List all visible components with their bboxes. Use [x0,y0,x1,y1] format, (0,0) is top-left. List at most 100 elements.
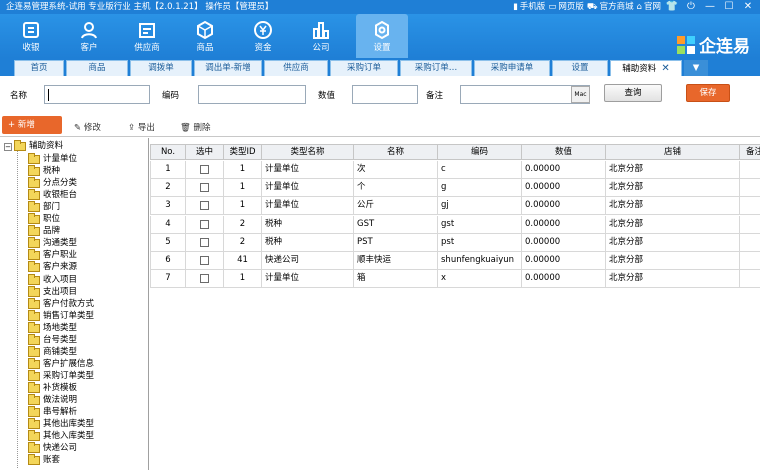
web-link[interactable]: ▭ 网页版 [548,0,584,14]
header-col-code[interactable]: 编码 [438,144,522,160]
cell-col-selected[interactable] [186,270,224,289]
folder-icon [28,225,40,237]
value-input[interactable] [352,85,418,104]
tree-item[interactable]: 计量单位 [28,153,77,165]
cell-col-type-name: 税种 [262,233,354,252]
tree-item[interactable]: 采购订单类型 [28,369,94,382]
row-checkbox[interactable] [200,256,209,265]
tree-item[interactable]: 支出项目 [28,285,77,298]
module-cashier[interactable]: 收银 [8,14,54,58]
name-input[interactable] [44,85,150,104]
tab-close-icon[interactable]: ✕ [661,63,669,74]
close-button[interactable]: ✕ [740,0,756,14]
header-col-store[interactable]: 店铺 [606,144,740,160]
tab-auxiliary-data[interactable]: 辅助资料 ✕ [610,60,682,76]
save-button[interactable]: 保存 [686,84,730,102]
cell-col-selected[interactable] [186,233,224,252]
tree-item[interactable]: 其他出库类型 [28,418,94,430]
tab-purchase-request[interactable]: 采购申请单 [474,60,550,76]
export-button[interactable]: ⇪ 导出 [128,121,155,133]
edit-button[interactable]: ✎ 修改 [74,121,101,133]
mobile-link[interactable]: ▮ 手机版 [513,0,545,14]
delete-button[interactable]: 🗑 删除 [180,121,211,133]
tree-item[interactable]: 做法说明 [28,394,77,406]
table-row[interactable]: 5 2 税种 PST pst 0.00000 北京分部 [150,233,760,252]
query-button[interactable]: 查询 [604,84,662,102]
header-col-note[interactable]: 备注 [740,144,760,160]
tab-dropdown-icon[interactable]: ▼ [684,60,708,76]
tab-home[interactable]: 首页 [14,60,64,76]
table-row[interactable]: 7 1 计量单位箱 x 0.00000 北京分部 [150,270,760,289]
tree-item[interactable]: 收入项目 [28,273,77,286]
tree-item[interactable]: 沟通类型 [28,237,77,249]
module-customer[interactable]: 客户 [66,14,112,58]
module-supplier[interactable]: 供应商 [124,14,170,58]
cell-col-selected[interactable] [186,197,224,216]
code-input[interactable] [198,85,306,104]
tab-transfer[interactable]: 调拨单 [130,60,192,76]
tab-transfer-out-new[interactable]: 调出单-新增 [194,60,262,76]
row-checkbox[interactable] [200,183,209,193]
tree-item[interactable]: 客户来源 [28,261,77,273]
cell-col-selected[interactable] [186,179,224,198]
row-checkbox[interactable] [200,237,209,247]
product-icon [197,20,213,40]
cell-col-selected[interactable] [186,161,224,179]
mac-button[interactable]: Mac [571,86,590,103]
tree-item[interactable]: 销售订单类型 [28,309,94,322]
header-col-name[interactable]: 名称 [354,144,438,160]
header-col-selected[interactable]: 选中 [186,144,224,160]
tree-item[interactable]: 串号解析 [28,406,77,418]
tree-item[interactable]: 商铺类型 [28,345,77,358]
minimize-button[interactable]: — [702,0,718,14]
row-checkbox[interactable] [200,165,209,174]
tree-item[interactable]: 品牌 [28,225,60,237]
module-settings[interactable]: 设置 [356,14,408,58]
maximize-button[interactable]: ☐ [721,0,737,14]
row-checkbox[interactable] [200,219,209,229]
tree-item[interactable]: 快递公司 [28,442,77,454]
tree-item[interactable]: 职位 [28,213,60,225]
table-row[interactable]: 4 2 税种 GST gst 0.00000 北京分部 [150,215,760,234]
header-col-type-name[interactable]: 类型名称 [262,144,354,160]
tree-item[interactable]: 台号类型 [28,333,77,346]
cell-col-store: 北京分部 [606,179,740,198]
tab-settings[interactable]: 设置 [552,60,608,76]
module-product[interactable]: 商品 [182,14,228,58]
tree-item[interactable]: 分点分类 [28,177,77,189]
module-company[interactable]: 公司 [298,14,344,58]
tree-item[interactable]: 部门 [28,201,60,213]
header-col-value[interactable]: 数值 [522,144,606,160]
power-icon[interactable]: ⏻ [683,0,699,14]
table-row[interactable]: 2 1 计量单位个 g 0.00000 北京分部 [150,179,760,198]
module-money[interactable]: 资金 [240,14,286,58]
new-button[interactable]: + 新增 [2,116,62,134]
header-col-type-id[interactable]: 类型ID [224,144,262,160]
table-row[interactable]: 1 1 计量单位次 c 0.00000 北京分部 [150,161,760,179]
tree-root[interactable]: − 辅助资料 [4,140,63,152]
tree-item[interactable]: 客户职业 [28,249,77,261]
row-checkbox[interactable] [200,274,209,284]
shirt-icon[interactable]: 👕 [664,0,680,14]
tree-item[interactable]: 补货模板 [28,381,77,394]
cell-col-selected[interactable] [186,252,224,270]
tree-item[interactable]: 客户付款方式 [28,297,94,310]
tree-item[interactable]: 账套 [28,454,60,466]
tab-purchase-order-2[interactable]: 采购订单… [400,60,472,76]
tree-item[interactable]: 收银柜台 [28,189,77,201]
official-site-link[interactable]: ⌂ 官网 [637,0,661,14]
tree-item[interactable]: 税种 [28,165,60,177]
cell-col-selected[interactable] [186,215,224,234]
tab-purchase-order[interactable]: 采购订单 [330,60,398,76]
tab-supplier[interactable]: 供应商 [264,60,328,76]
tab-product[interactable]: 商品 [66,60,128,76]
table-row[interactable]: 3 1 计量单位 公斤 gj 0.00000 北京分部 [150,197,760,216]
collapse-icon[interactable]: − [4,142,12,151]
header-col-no[interactable]: No. [150,144,186,160]
row-checkbox[interactable] [200,201,209,211]
tree-item[interactable]: 场地类型 [28,321,77,334]
tree-item[interactable]: 客户扩展信息 [28,357,94,370]
tree-item[interactable]: 其他入库类型 [28,430,94,442]
table-row[interactable]: 6 41 快递公司 顺丰快运 shunfengkuaiyun 0.00000 北京分部 [150,252,760,270]
mall-link[interactable]: ⛟ 官方商城 [587,0,634,14]
